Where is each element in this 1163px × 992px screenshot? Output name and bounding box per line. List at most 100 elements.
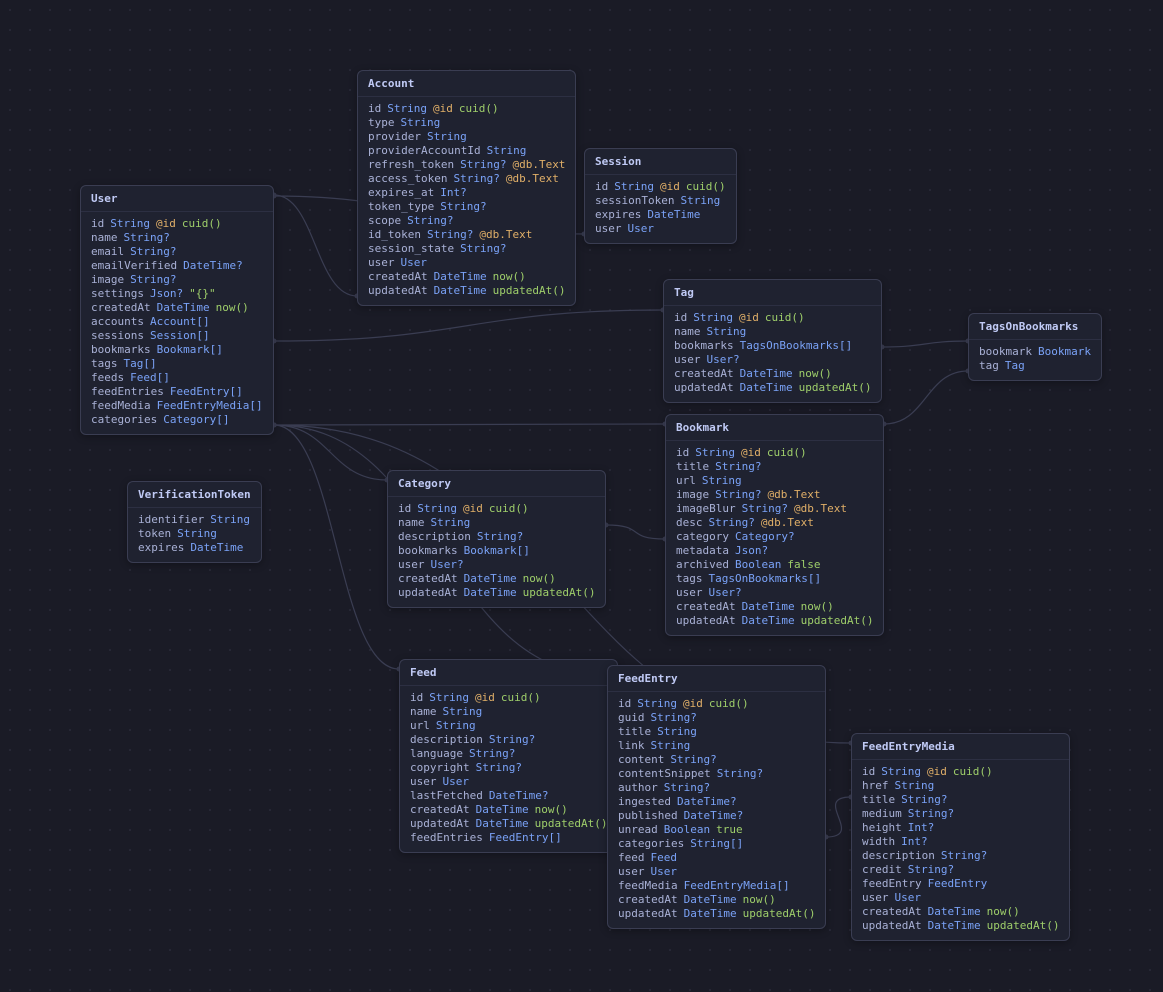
field-row: categoriesString[] [618, 837, 815, 851]
model-feedentry[interactable]: FeedEntryidString@idcuid()guidString?tit… [607, 665, 826, 929]
field-row: createdAtDateTimenow() [410, 803, 607, 817]
field-name: url [676, 474, 696, 488]
model-header[interactable]: Category [388, 471, 605, 497]
model-header[interactable]: TagsOnBookmarks [969, 314, 1101, 340]
model-tag[interactable]: TagidString@idcuid()nameStringbookmarksT… [663, 279, 882, 403]
field-type: FeedEntryMedia[] [157, 399, 263, 413]
field-default: updatedAt() [987, 919, 1060, 933]
field-type: FeedEntry [928, 877, 988, 891]
field-type: String [427, 130, 467, 144]
field-type: String [429, 691, 469, 705]
field-name: token_type [368, 200, 434, 214]
field-row: categoryCategory? [676, 530, 873, 544]
field-type: TagsOnBookmarks[] [709, 572, 822, 586]
field-name: url [410, 719, 430, 733]
relation-edge [826, 797, 851, 837]
field-row: heightInt? [862, 821, 1059, 835]
field-name: user [676, 586, 703, 600]
field-row: feedMediaFeedEntryMedia[] [618, 879, 815, 893]
field-row: user User? [676, 586, 873, 600]
field-attr: @db.Text [506, 172, 559, 186]
field-type: String? [440, 200, 486, 214]
model-feed[interactable]: FeedidString@idcuid()nameStringurlString… [399, 659, 618, 853]
field-default: "{}" [189, 287, 216, 301]
field-name: user [862, 891, 889, 905]
field-row: idString@idcuid() [368, 102, 565, 116]
field-default: cuid() [765, 311, 805, 325]
field-type: Bookmark[] [157, 343, 223, 357]
field-name: feedEntry [862, 877, 922, 891]
field-type: TagsOnBookmarks[] [740, 339, 853, 353]
field-type: DateTime [476, 817, 529, 831]
field-row: nameString [410, 705, 607, 719]
field-type: Feed[] [130, 371, 170, 385]
field-name: createdAt [618, 893, 678, 907]
field-attr: @db.Text [794, 502, 847, 516]
model-header[interactable]: VerificationToken [128, 482, 261, 508]
field-row: emailVerifiedDateTime? [91, 259, 263, 273]
field-attr: @db.Text [767, 488, 820, 502]
field-type: String? [670, 753, 716, 767]
field-row: refresh_tokenString?@db.Text [368, 158, 565, 172]
field-type: Bookmark[] [464, 544, 530, 558]
field-row: url String [676, 474, 873, 488]
field-row: token_type String? [368, 200, 565, 214]
field-name: image [91, 273, 124, 287]
field-row: tokenString [138, 527, 251, 541]
model-header[interactable]: Account [358, 71, 575, 97]
field-type: User? [709, 586, 742, 600]
relation-edge [274, 310, 663, 341]
field-row: feedMedia FeedEntryMedia[] [91, 399, 263, 413]
field-name: author [618, 781, 658, 795]
model-account[interactable]: AccountidString@idcuid()typeStringprovid… [357, 70, 576, 306]
model-tagsonbookmarks[interactable]: TagsOnBookmarksbookmarkBookmarktagTag [968, 313, 1102, 381]
model-bookmark[interactable]: Bookmark idString@idcuid()titleString?url… [665, 414, 884, 636]
field-type: String? [742, 502, 788, 516]
field-name: sessions [91, 329, 144, 343]
model-feedentrymedia[interactable]: FeedEntryMediaidString@idcuid()hrefStrin… [851, 733, 1070, 941]
field-type: DateTime [464, 586, 517, 600]
field-type: DateTime [928, 905, 981, 919]
field-name: image [676, 488, 709, 502]
model-header[interactable]: Feed [400, 660, 617, 686]
model-header[interactable]: Bookmark [666, 415, 883, 441]
field-type: String [895, 779, 935, 793]
field-type: DateTime [434, 284, 487, 298]
field-row: updatedAtDateTimeupdatedAt() [368, 284, 565, 298]
field-row: idString@idcuid() [676, 446, 873, 460]
model-header[interactable]: FeedEntry [608, 666, 825, 692]
field-type: String? [453, 172, 499, 186]
field-name: session_state [368, 242, 454, 256]
field-row: userUser [410, 775, 607, 789]
model-verificationtoken[interactable]: VerificationTokenidentifierStringtokenSt… [127, 481, 262, 563]
model-session[interactable]: SessionidString@idcuid()sessionTokenStri… [584, 148, 737, 244]
field-default: now() [493, 270, 526, 284]
field-type: String [401, 116, 441, 130]
model-body: idString@idcuid()hrefStringtitleString?m… [852, 760, 1069, 940]
field-default: cuid() [459, 102, 499, 116]
field-row: emailString? [91, 245, 263, 259]
field-name: copyright [410, 761, 470, 775]
field-row: access_tokenString?@db.Text [368, 172, 565, 186]
field-row: urlString [410, 719, 607, 733]
field-type: DateTime [476, 803, 529, 817]
field-row: guidString? [618, 711, 815, 725]
model-header[interactable]: FeedEntryMedia [852, 734, 1069, 760]
field-name: user [398, 558, 425, 572]
field-row: widthInt? [862, 835, 1059, 849]
field-type: String [702, 474, 742, 488]
field-type: String? [469, 747, 515, 761]
field-type: DateTime [684, 893, 737, 907]
field-type: DateTime [928, 919, 981, 933]
model-user[interactable]: UseridString@idcuid()nameString?emailStr… [80, 185, 274, 435]
field-row: userUser? [674, 353, 871, 367]
field-default: cuid() [489, 502, 529, 516]
model-header[interactable]: User [81, 186, 273, 212]
model-header[interactable]: Tag [664, 280, 881, 306]
field-name: feedMedia [91, 399, 151, 413]
field-name: createdAt [410, 803, 470, 817]
field-row: titleString? [676, 460, 873, 474]
model-category[interactable]: CategoryidString@idcuid()nameStringdescr… [387, 470, 606, 608]
model-header[interactable]: Session [585, 149, 736, 175]
field-default: now() [801, 600, 834, 614]
